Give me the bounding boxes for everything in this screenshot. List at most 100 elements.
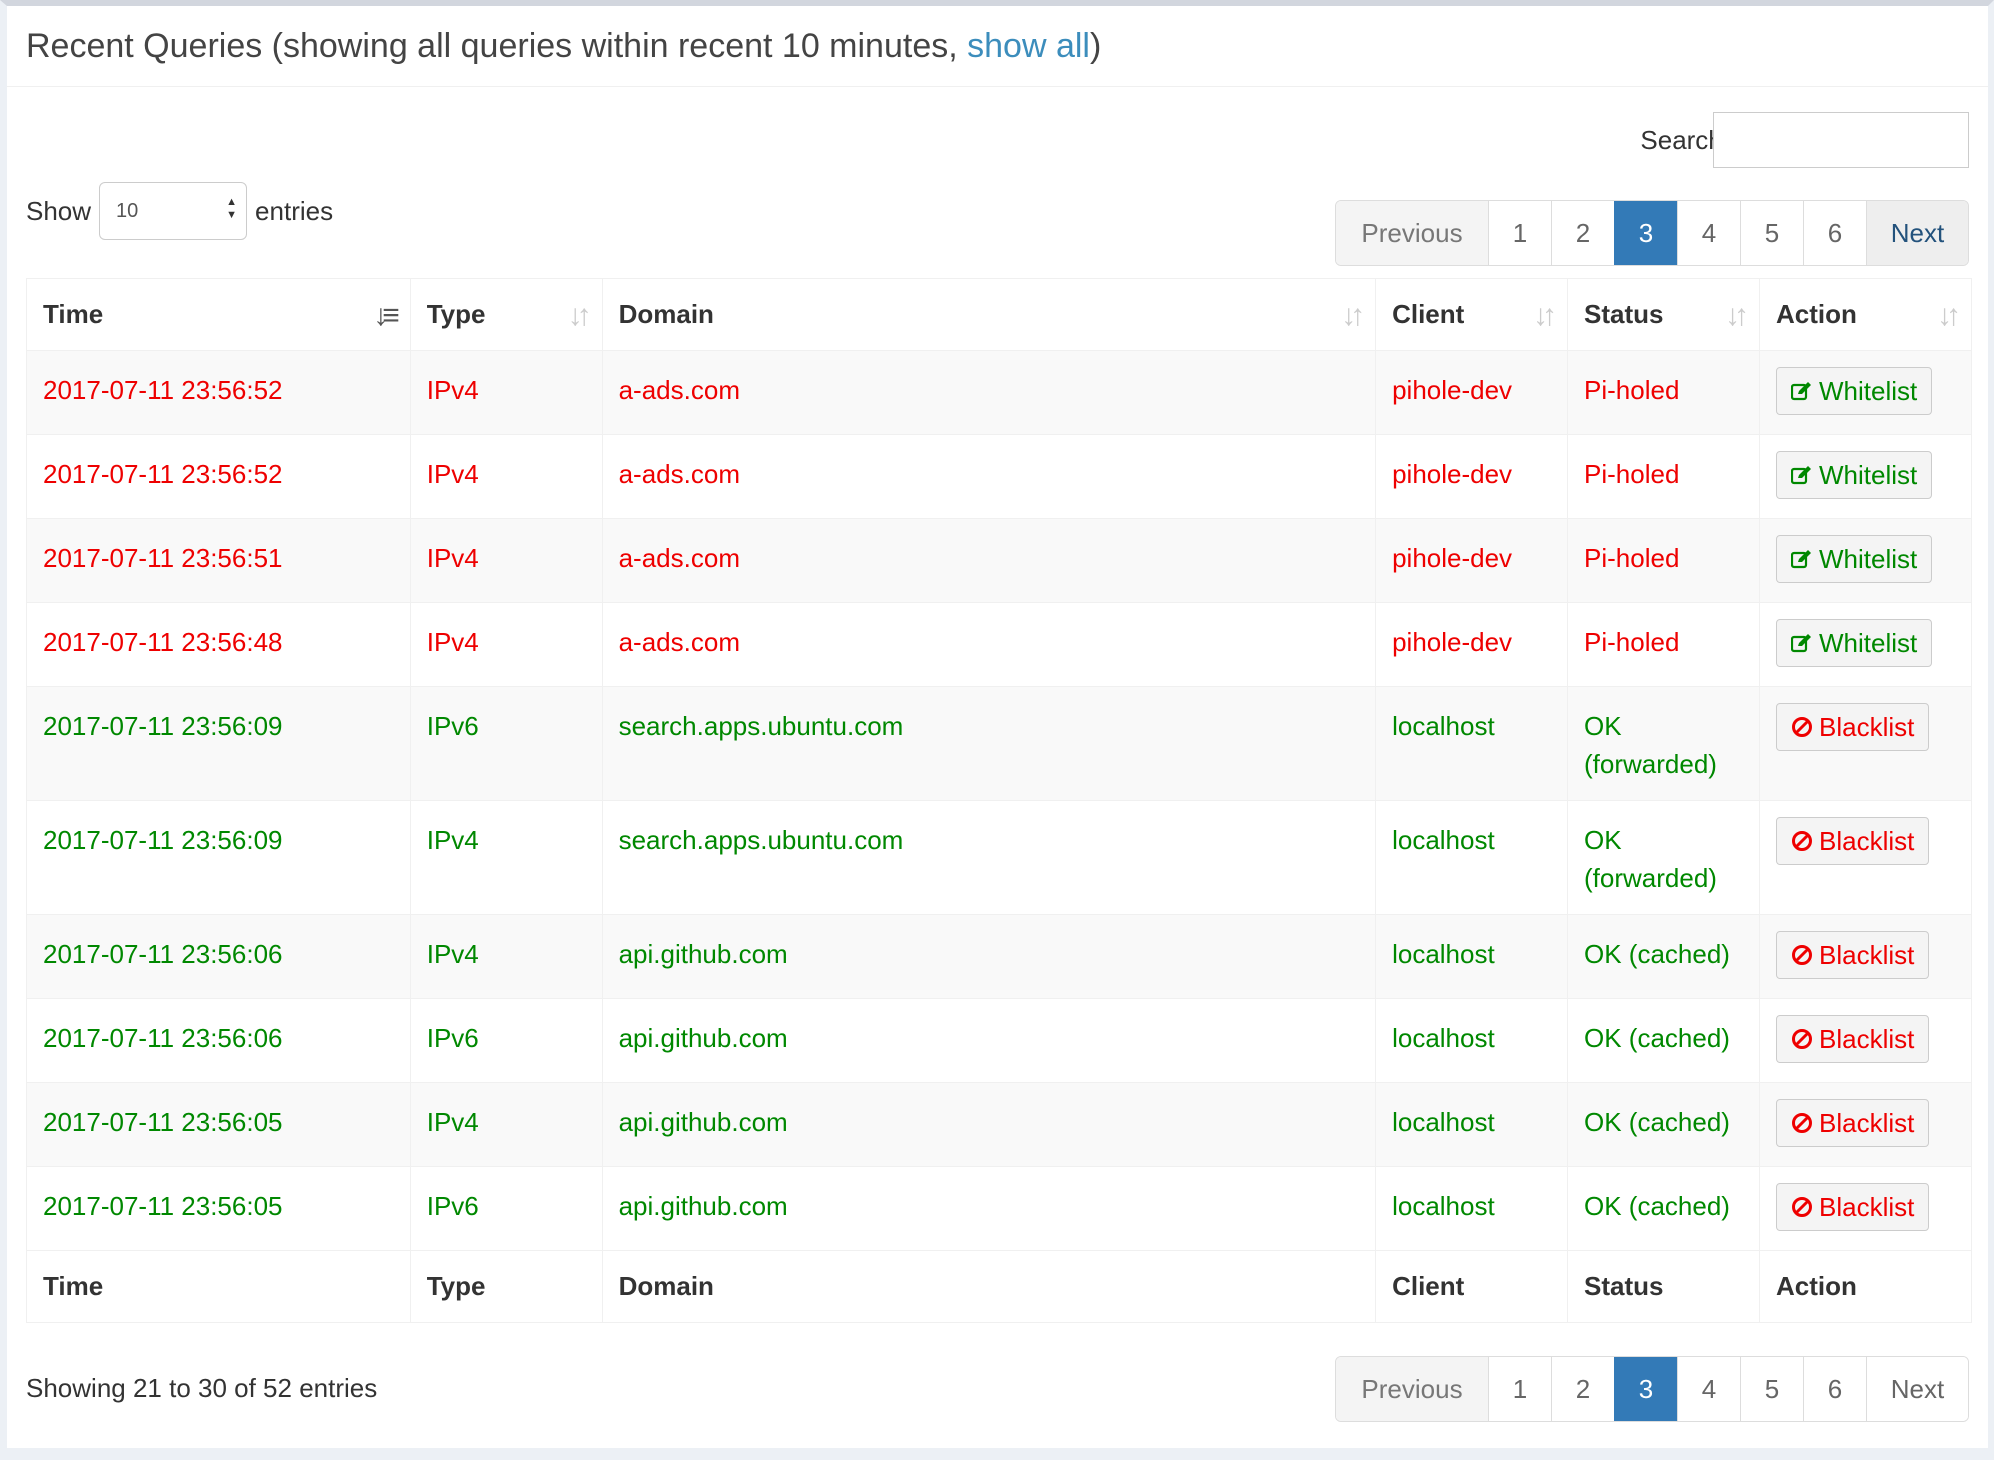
cell-client: localhost [1375, 914, 1569, 999]
sort-icon: ↓↑ [567, 299, 592, 332]
cell-action: Whitelist [1758, 350, 1973, 435]
col-header-type[interactable]: Type ↓↑ [409, 278, 603, 351]
blacklist-button[interactable]: Blacklist [1775, 1183, 1930, 1231]
page-6-button[interactable]: 6 [1803, 1357, 1866, 1421]
cell-type: IPv4 [409, 434, 603, 519]
cell-client: pihole-dev [1375, 518, 1569, 603]
cell-status: OK (cached) [1567, 1166, 1760, 1251]
whitelist-button[interactable]: Whitelist [1775, 619, 1933, 667]
page-6-button[interactable]: 6 [1803, 201, 1866, 265]
col-footer-action: Action [1758, 1250, 1973, 1323]
cell-domain: a-ads.com [601, 350, 1377, 435]
page-title: Recent Queries (showing all queries with… [26, 26, 1102, 65]
cell-client: localhost [1375, 1082, 1569, 1167]
edit-icon [1790, 634, 1811, 653]
table-row: 2017-07-11 23:56:52 IPv4 a-ads.com pihole-d… [26, 350, 1973, 435]
cell-type: IPv4 [409, 518, 603, 603]
cell-time: 2017-07-11 23:56:06 [26, 998, 411, 1083]
edit-icon [1790, 466, 1811, 485]
edit-icon [1790, 550, 1811, 569]
cell-time: 2017-07-11 23:56:52 [26, 434, 411, 519]
box-header: Recent Queries (showing all queries with… [7, 6, 1988, 87]
pagination-bottom: Previous 1 2 3 4 5 6 Next [1335, 1356, 1969, 1422]
page-1-button[interactable]: 1 [1488, 201, 1551, 265]
cell-domain: a-ads.com [601, 434, 1377, 519]
table-row: 2017-07-11 23:56:06 IPv6 api.github.com loc… [26, 998, 1973, 1083]
col-header-status[interactable]: Status ↓↑ [1567, 278, 1760, 351]
table-row: 2017-07-11 23:56:09 IPv6 search.apps.ubunt… [26, 686, 1973, 801]
page-2-button[interactable]: 2 [1551, 1357, 1614, 1421]
page-3-button[interactable]: 3 [1614, 201, 1677, 265]
next-button[interactable]: Next [1866, 201, 1968, 265]
previous-button[interactable]: Previous [1336, 1357, 1488, 1421]
cell-domain: api.github.com [601, 1082, 1377, 1167]
whitelist-button[interactable]: Whitelist [1775, 451, 1933, 499]
page-5-button[interactable]: 5 [1740, 201, 1803, 265]
queries-table: Time ↓≡ Type ↓↑ Domain ↓↑ Client ↓↑ Status ↓↑… [26, 278, 1973, 1323]
blacklist-button[interactable]: Blacklist [1775, 1099, 1930, 1147]
page-3-button[interactable]: 3 [1614, 1357, 1677, 1421]
cell-client: pihole-dev [1375, 434, 1569, 519]
col-footer-time: Time [26, 1250, 411, 1323]
queries-box: Recent Queries (showing all queries with… [0, 0, 1994, 1460]
blacklist-button[interactable]: Blacklist [1775, 703, 1930, 751]
cell-domain: search.apps.ubuntu.com [601, 800, 1377, 915]
table-row: 2017-07-11 23:56:06 IPv4 api.github.com loc… [26, 914, 1973, 999]
cell-time: 2017-07-11 23:56:06 [26, 914, 411, 999]
cell-time: 2017-07-11 23:56:05 [26, 1166, 411, 1251]
whitelist-button[interactable]: Whitelist [1775, 367, 1933, 415]
cell-time: 2017-07-11 23:56:48 [26, 602, 411, 687]
col-header-domain[interactable]: Domain ↓↑ [601, 278, 1377, 351]
col-header-time[interactable]: Time ↓≡ [26, 278, 411, 351]
cell-client: localhost [1375, 998, 1569, 1083]
col-footer-client: Client [1375, 1250, 1569, 1323]
page-4-button[interactable]: 4 [1677, 201, 1740, 265]
cell-status: OK (forwarded) [1567, 686, 1760, 801]
col-header-action[interactable]: Action ↓↑ [1758, 278, 1973, 351]
page-length-select[interactable]: 10 [99, 182, 248, 240]
cell-client: localhost [1375, 1166, 1569, 1251]
cell-client: localhost [1375, 686, 1569, 801]
cell-type: IPv4 [409, 800, 603, 915]
cell-action: Whitelist [1758, 434, 1973, 519]
cell-action: Blacklist [1758, 800, 1973, 915]
cell-domain: api.github.com [601, 914, 1377, 999]
sort-icon: ↓↑ [1533, 299, 1557, 332]
page-1-button[interactable]: 1 [1488, 1357, 1551, 1421]
whitelist-button[interactable]: Whitelist [1775, 535, 1933, 583]
page-4-button[interactable]: 4 [1677, 1357, 1740, 1421]
col-footer-domain: Domain [601, 1250, 1377, 1323]
next-button[interactable]: Next [1866, 1357, 1968, 1421]
sort-icon: ↓↑ [1724, 299, 1749, 332]
table-row: 2017-07-11 23:56:05 IPv6 api.github.com loc… [26, 1166, 1973, 1251]
table-row: 2017-07-11 23:56:09 IPv4 search.apps.ubunt… [26, 800, 1973, 915]
show-all-link[interactable]: show all [967, 27, 1090, 65]
blacklist-button[interactable]: Blacklist [1775, 817, 1930, 865]
cell-type: IPv4 [409, 350, 603, 435]
cell-status: OK (forwarded) [1567, 800, 1760, 915]
cell-status: Pi-holed [1567, 434, 1760, 519]
blacklist-button[interactable]: Blacklist [1775, 1015, 1930, 1063]
previous-button[interactable]: Previous [1336, 201, 1488, 265]
cell-time: 2017-07-11 23:56:51 [26, 518, 411, 603]
cell-type: IPv4 [409, 602, 603, 687]
cell-domain: api.github.com [601, 998, 1377, 1083]
cell-domain: a-ads.com [601, 602, 1377, 687]
cell-time: 2017-07-11 23:56:09 [26, 686, 411, 801]
cell-domain: api.github.com [601, 1166, 1377, 1251]
table-info: Showing 21 to 30 of 52 entries [26, 1373, 378, 1403]
ban-icon [1791, 717, 1812, 737]
ban-icon [1791, 1113, 1812, 1133]
cell-type: IPv6 [409, 1166, 603, 1251]
col-header-client[interactable]: Client ↓↑ [1375, 278, 1569, 351]
page-2-button[interactable]: 2 [1551, 201, 1614, 265]
table-footer: Showing 21 to 30 of 52 entries Previous … [7, 1356, 1988, 1422]
search-input[interactable] [1713, 112, 1969, 168]
table-row: 2017-07-11 23:56:48 IPv4 a-ads.com pihole-d… [26, 602, 1973, 687]
page-5-button[interactable]: 5 [1740, 1357, 1803, 1421]
cell-time: 2017-07-11 23:56:09 [26, 800, 411, 915]
cell-status: OK (cached) [1567, 1082, 1760, 1167]
blacklist-button[interactable]: Blacklist [1775, 931, 1930, 979]
cell-domain: search.apps.ubuntu.com [601, 686, 1377, 801]
cell-client: pihole-dev [1375, 350, 1569, 435]
